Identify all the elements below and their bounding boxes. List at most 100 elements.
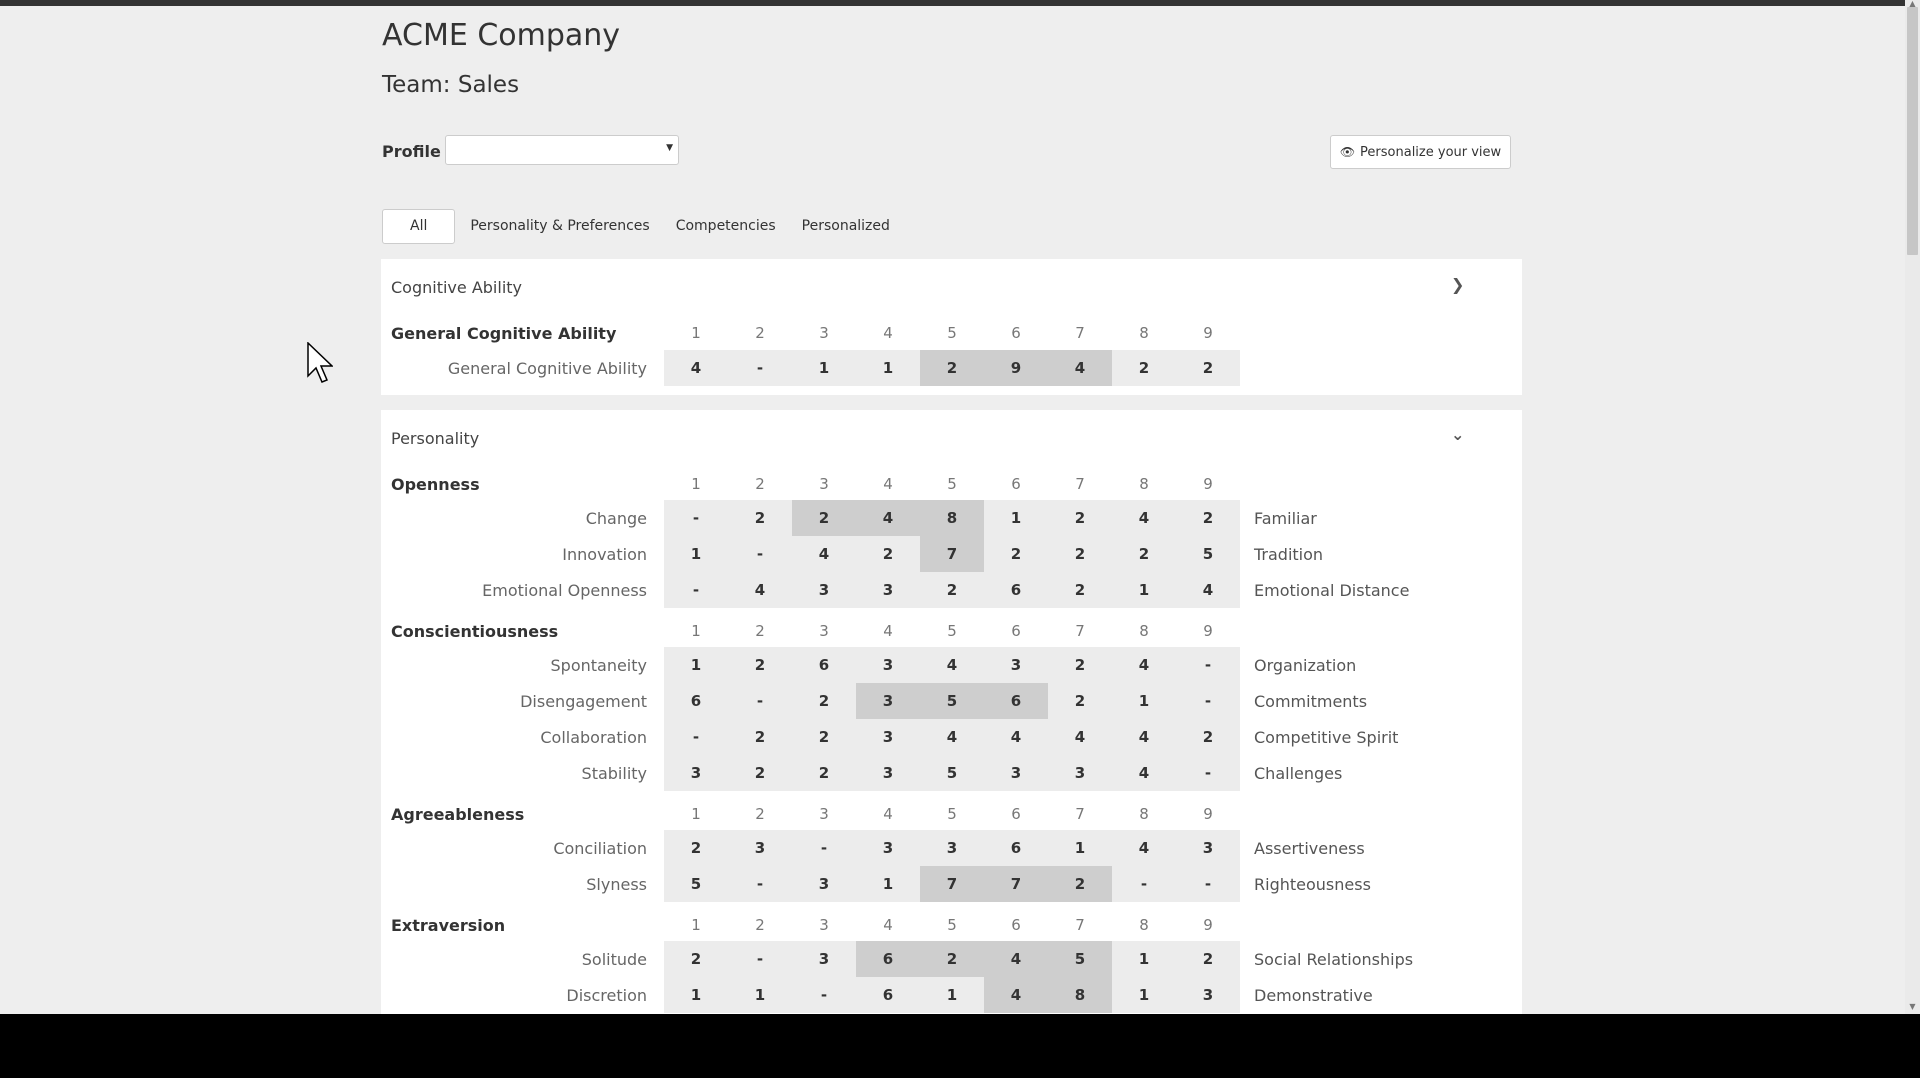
score-column-header: 8 xyxy=(1139,622,1149,640)
mouse-cursor-icon xyxy=(307,342,333,383)
group-header-row: General Cognitive Ability 1 2 3 4 5 6 7 8 9 xyxy=(381,315,1522,351)
score-cell: - xyxy=(1176,647,1240,683)
score-cell: 8 xyxy=(920,500,984,536)
score-cell: 1 xyxy=(1112,977,1176,1013)
chevron-down-icon[interactable]: ⌄ xyxy=(1451,425,1464,444)
score-cell: 6 xyxy=(984,830,1048,866)
score-cell: 3 xyxy=(856,683,920,719)
score-column-header: 9 xyxy=(1203,475,1213,493)
personalize-view-button[interactable]: 👁 Personalize your view xyxy=(1330,135,1511,169)
score-cell: 6 xyxy=(984,572,1048,608)
tab-competencies[interactable]: Competencies xyxy=(663,210,789,243)
score-cell: 4 xyxy=(664,350,728,386)
dimension-label: Disengagement xyxy=(520,692,647,711)
tab-personality-preferences[interactable]: Personality & Preferences xyxy=(457,210,662,243)
score-cell: 2 xyxy=(856,536,920,572)
score-cell: 3 xyxy=(984,755,1048,791)
score-cell: 8 xyxy=(1048,977,1112,1013)
score-cell: 4 xyxy=(1112,830,1176,866)
score-cell: 1 xyxy=(792,350,856,386)
score-column-header: 9 xyxy=(1203,805,1213,823)
score-cells: 12634324- xyxy=(664,647,1240,683)
tab-all[interactable]: All xyxy=(382,209,456,244)
score-cell: 1 xyxy=(728,977,792,1013)
score-cell: - xyxy=(1176,683,1240,719)
score-cell: 2 xyxy=(1048,536,1112,572)
score-cell: 1 xyxy=(1112,683,1176,719)
opposite-dimension-label: Demonstrative xyxy=(1254,986,1373,1005)
scrollbar-thumb[interactable] xyxy=(1907,7,1918,255)
score-cell: 2 xyxy=(1112,536,1176,572)
score-cell: - xyxy=(1176,755,1240,791)
score-cell: - xyxy=(728,350,792,386)
team-title: Team: Sales xyxy=(382,72,520,98)
score-cell: 4 xyxy=(920,647,984,683)
table-row: Disengagement 6-2 3 5 6 2 1- Commitments xyxy=(381,683,1522,719)
score-cells: -43326214 xyxy=(664,572,1240,608)
score-cell: 4 xyxy=(1112,755,1176,791)
score-cells: 5-31772-- xyxy=(664,866,1240,902)
score-cell: 2 xyxy=(1048,683,1112,719)
opposite-dimension-label: Challenges xyxy=(1254,764,1343,783)
opposite-dimension-label: Tradition xyxy=(1254,545,1324,564)
personality-panel: Personality ⌄ Openness 1 2 3 4 5 6 7 8 9 Change -2 2… xyxy=(381,410,1522,1014)
score-cell: 2 xyxy=(984,536,1048,572)
opposite-dimension-label: Emotional Distance xyxy=(1254,581,1410,600)
filter-tabs: All Personality & Preferences Competenci… xyxy=(382,209,903,244)
score-column-header: 7 xyxy=(1075,805,1085,823)
scroll-down-arrow-icon[interactable]: ▼ xyxy=(1906,1002,1919,1012)
score-column-header: 3 xyxy=(819,324,829,342)
score-cell: 3 xyxy=(856,647,920,683)
score-cell: - xyxy=(1176,866,1240,902)
score-column-header: 9 xyxy=(1203,916,1213,934)
score-cells: 11-614813 xyxy=(664,977,1240,1013)
score-cell: 2 xyxy=(728,647,792,683)
table-row: Stability 3 2 2 3 5 3 3 4- Challenges xyxy=(381,755,1522,791)
score-cell: 1 xyxy=(1048,830,1112,866)
score-cell: 6 xyxy=(856,941,920,977)
dimension-label: Collaboration xyxy=(540,728,647,747)
score-column-header: 5 xyxy=(947,324,957,342)
profile-select[interactable]: ▼ xyxy=(445,135,679,165)
dimension-label: Innovation xyxy=(562,545,647,564)
personalize-view-label: Personalize your view xyxy=(1360,144,1502,160)
score-cell: - xyxy=(728,941,792,977)
score-columns: 1 2 3 4 5 6 7 8 9 xyxy=(664,466,1240,502)
score-cell: 3 xyxy=(856,755,920,791)
score-cell: - xyxy=(728,536,792,572)
eye-icon: 👁 xyxy=(1339,145,1356,159)
score-column-header: 4 xyxy=(883,805,893,823)
score-cell: 3 xyxy=(1176,830,1240,866)
score-column-header: 5 xyxy=(947,622,957,640)
score-column-header: 4 xyxy=(883,475,893,493)
score-cell: 4 xyxy=(1112,500,1176,536)
score-cell: 2 xyxy=(920,350,984,386)
table-row: Change -2 2 4 8 1 2 4 2 Familiar xyxy=(381,500,1522,536)
score-cell: 2 xyxy=(1112,350,1176,386)
chevron-right-icon[interactable]: ❯ xyxy=(1451,275,1464,294)
table-row: Solitude 2-3 6 2 4 5 1 2 Social Relationships xyxy=(381,941,1522,977)
score-cells: 23-336143 xyxy=(664,830,1240,866)
score-cell: 1 xyxy=(920,977,984,1013)
tab-personalized[interactable]: Personalized xyxy=(789,210,903,243)
score-column-header: 4 xyxy=(883,622,893,640)
score-column-header: 1 xyxy=(691,324,701,342)
score-cell: 6 xyxy=(664,683,728,719)
score-cell: 5 xyxy=(920,683,984,719)
dimension-label: Slyness xyxy=(586,875,647,894)
dimension-label: Change xyxy=(585,509,647,528)
score-column-header: 4 xyxy=(883,324,893,342)
score-column-header: 6 xyxy=(1011,805,1021,823)
score-column-header: 3 xyxy=(819,805,829,823)
profile-label: Profile : xyxy=(382,142,453,161)
score-cell: 4 xyxy=(984,977,1048,1013)
score-column-header: 4 xyxy=(883,916,893,934)
opposite-dimension-label: Familiar xyxy=(1254,509,1317,528)
score-column-header: 3 xyxy=(819,475,829,493)
opposite-dimension-label: Organization xyxy=(1254,656,1357,675)
score-cell: 2 xyxy=(1176,719,1240,755)
score-cell: 4 xyxy=(920,719,984,755)
group-name: General Cognitive Ability xyxy=(391,324,617,343)
score-cells: 6-235621- xyxy=(664,683,1240,719)
score-cell: - xyxy=(1112,866,1176,902)
